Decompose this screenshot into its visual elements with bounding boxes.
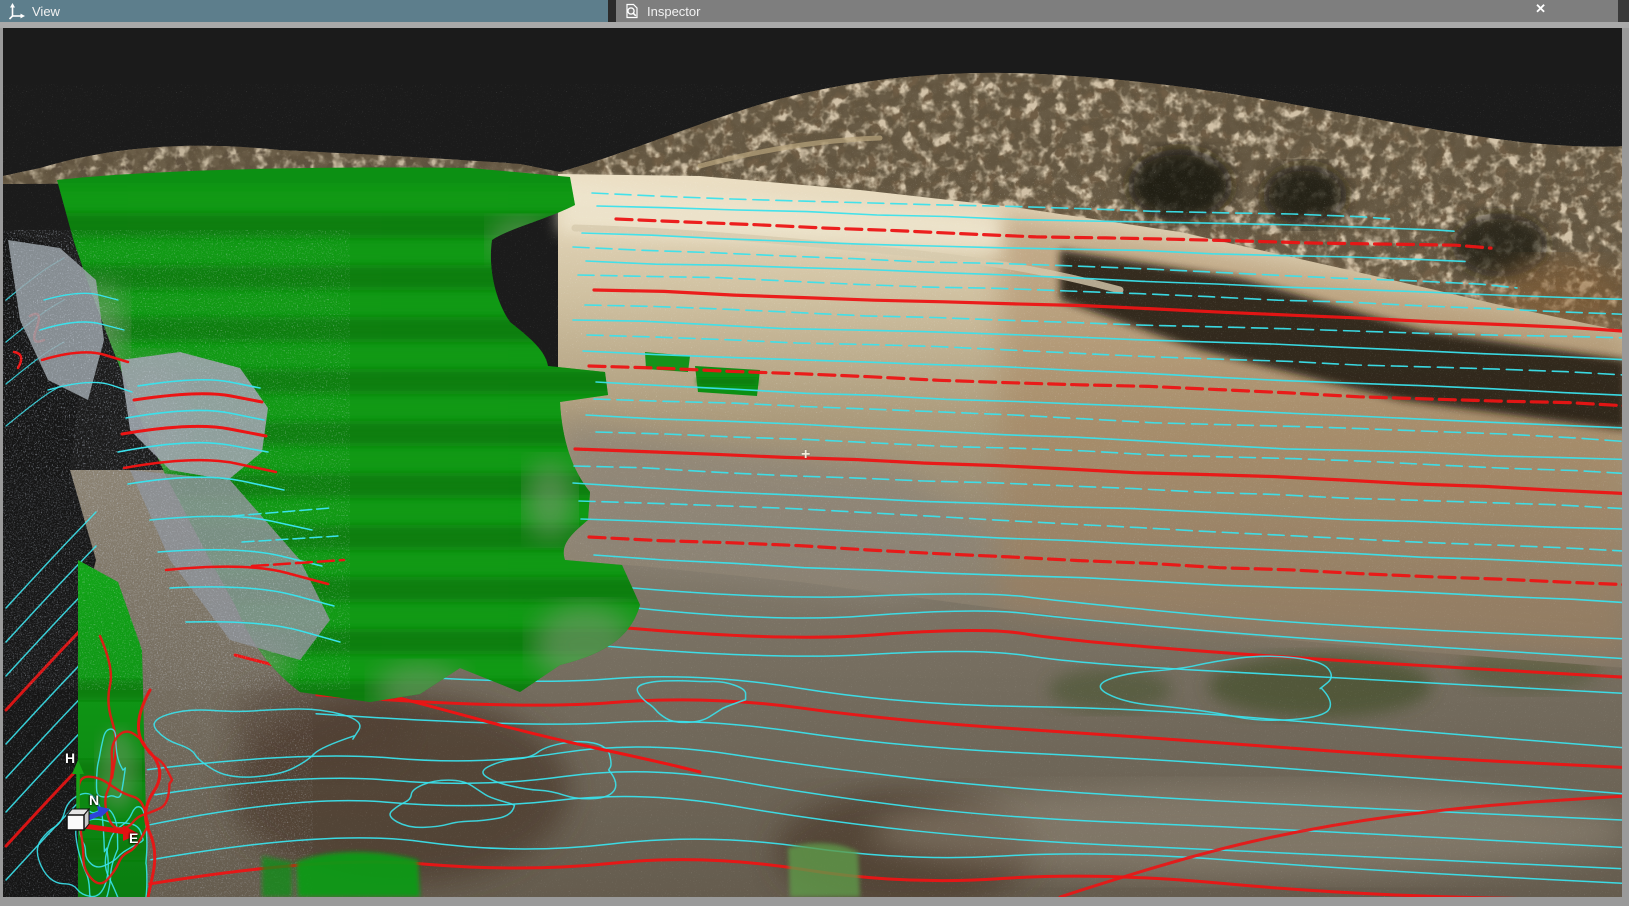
tab-view-label: View — [32, 4, 60, 19]
tab-separator — [608, 0, 616, 22]
viewport-frame: H N E + — [0, 28, 1629, 906]
axis-triad-icon — [8, 3, 25, 20]
inspector-icon — [624, 3, 640, 19]
tab-inspector-label: Inspector — [647, 4, 700, 19]
tab-inspector[interactable]: Inspector ✕ — [616, 0, 1618, 22]
application-window: View Inspector ✕ H — [0, 0, 1629, 906]
tab-bar: View Inspector ✕ — [0, 0, 1629, 22]
tab-view[interactable]: View — [0, 0, 608, 22]
window-edge — [1618, 0, 1629, 22]
point-cloud-scene — [3, 28, 1622, 897]
3d-viewport[interactable]: H N E + — [3, 28, 1622, 897]
close-icon[interactable]: ✕ — [1535, 1, 1546, 17]
